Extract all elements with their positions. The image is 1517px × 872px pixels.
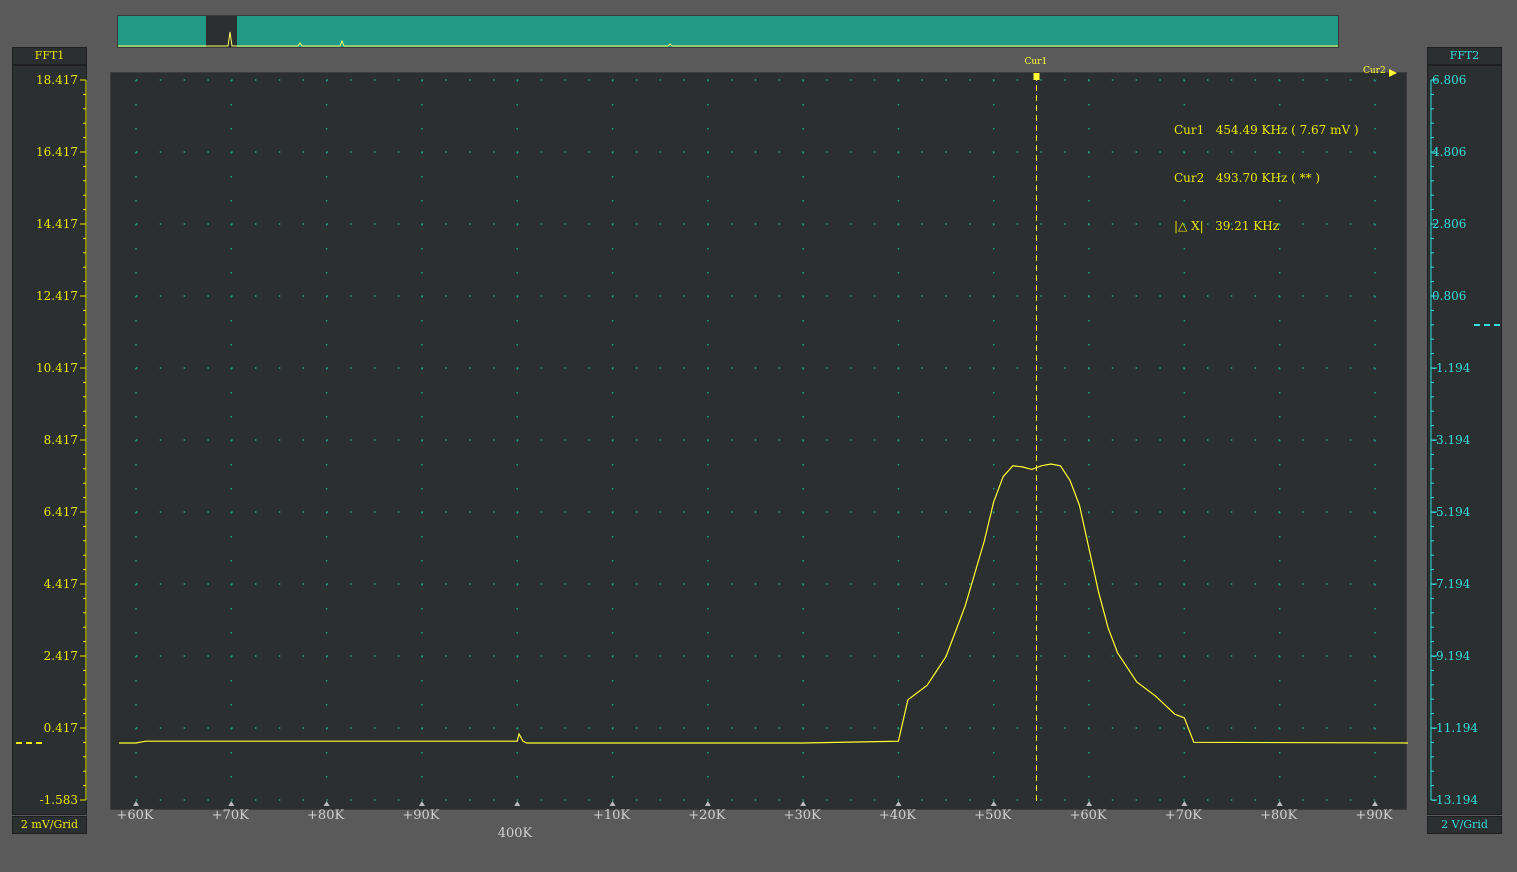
x-tick-label: +80K xyxy=(1260,808,1298,823)
y-tick-label: -9.194 xyxy=(1432,649,1471,663)
x-tick-marker xyxy=(895,801,902,806)
cursor2-label[interactable]: Cur2 xyxy=(1363,66,1386,76)
x-tick-marker xyxy=(1372,801,1378,806)
x-tick-label: +60K xyxy=(116,808,154,823)
y-tick-label: -5.194 xyxy=(1432,505,1471,519)
y-tick-label: -7.194 xyxy=(1432,577,1471,591)
x-tick-marker xyxy=(1086,801,1093,806)
x-tick-marker xyxy=(704,801,711,806)
left-channel-title[interactable]: FFT1 xyxy=(12,47,87,65)
y-tick-label: 12.417 xyxy=(36,289,78,303)
x-tick-label: +90K xyxy=(1355,808,1393,823)
right-ground-marker[interactable] xyxy=(1474,324,1500,326)
right-y-axis-panel: 6.806 4.806 2.806 0.806 -1.194 -3.194 -5.194 -7… xyxy=(1427,65,1502,815)
y-tick-label: 4.806 xyxy=(1432,145,1467,159)
y-tick-label: -13.194 xyxy=(1432,793,1479,807)
x-tick-marker xyxy=(1276,801,1283,806)
cursor1-readout: Cur1 454.49 KHz ( 7.67 mV ) xyxy=(1174,123,1359,137)
x-tick-label: +60K xyxy=(1069,808,1107,823)
y-tick-label: -11.194 xyxy=(1432,721,1479,735)
x-tick-label: +50K xyxy=(974,808,1012,823)
y-tick-label: 18.417 xyxy=(36,73,78,87)
cursor1-marker xyxy=(1033,73,1040,80)
left-scale-label[interactable]: 2 mV/Grid xyxy=(12,816,87,834)
x-tick-label: +70K xyxy=(1164,808,1202,823)
overview-trace xyxy=(118,31,1338,47)
x-tick-marker xyxy=(514,801,521,806)
y-tick-label: -1.583 xyxy=(39,793,78,807)
x-tick-label: +20K xyxy=(688,808,726,823)
left-y-axis-panel: 18.417 16.417 14.417 12.417 10.417 8.417 6.417… xyxy=(12,65,87,815)
overview-strip[interactable] xyxy=(117,15,1339,48)
cursor2-marker[interactable] xyxy=(1389,69,1397,77)
y-tick-label: 6.417 xyxy=(43,505,78,519)
x-tick-label: +70K xyxy=(211,808,249,823)
y-tick-label: -1.194 xyxy=(1432,361,1471,375)
spectrum-trace xyxy=(119,463,1408,744)
x-tick-label: +80K xyxy=(307,808,345,823)
x-tick-marker xyxy=(800,801,807,806)
x-tick-label: +90K xyxy=(402,808,440,823)
y-tick-label: 4.417 xyxy=(43,577,78,591)
y-tick-label: 0.417 xyxy=(43,721,78,735)
y-tick-label: 8.417 xyxy=(43,433,78,447)
x-tick-marker xyxy=(133,801,139,806)
right-scale-label[interactable]: 2 V/Grid xyxy=(1427,816,1502,834)
cursor-readout: Cur1 454.49 KHz ( 7.67 mV ) Cur2 493.70 … xyxy=(1174,90,1359,250)
x-tick-marker xyxy=(323,801,330,806)
x-tick-marker xyxy=(609,801,616,806)
y-tick-label: 14.417 xyxy=(36,217,78,231)
cursor-delta-readout: |△ X| 39.21 KHz xyxy=(1174,219,1280,233)
x-axis-center-label: 400K xyxy=(497,826,533,841)
right-channel-title[interactable]: FFT2 xyxy=(1427,47,1502,65)
y-tick-label: -3.194 xyxy=(1432,433,1471,447)
y-tick-label: 16.417 xyxy=(36,145,78,159)
x-tick-marker xyxy=(1181,801,1188,806)
y-tick-label: 2.806 xyxy=(1432,217,1467,231)
x-tick-label: +30K xyxy=(783,808,821,823)
y-tick-label: 2.417 xyxy=(43,649,78,663)
x-tick-marker xyxy=(990,801,997,806)
x-tick-marker xyxy=(418,801,425,806)
cursor1-label[interactable]: Cur1 xyxy=(1024,57,1047,67)
x-tick-marker xyxy=(228,801,235,806)
x-tick-label: +10K xyxy=(592,808,631,823)
y-tick-label: 10.417 xyxy=(36,361,78,375)
x-tick-label: +40K xyxy=(878,808,917,823)
y-tick-label: 0.806 xyxy=(1432,289,1467,303)
left-ground-marker[interactable] xyxy=(16,742,42,744)
cursor2-readout: Cur2 493.70 KHz ( ** ) xyxy=(1174,171,1321,185)
y-tick-label: 6.806 xyxy=(1432,73,1467,87)
